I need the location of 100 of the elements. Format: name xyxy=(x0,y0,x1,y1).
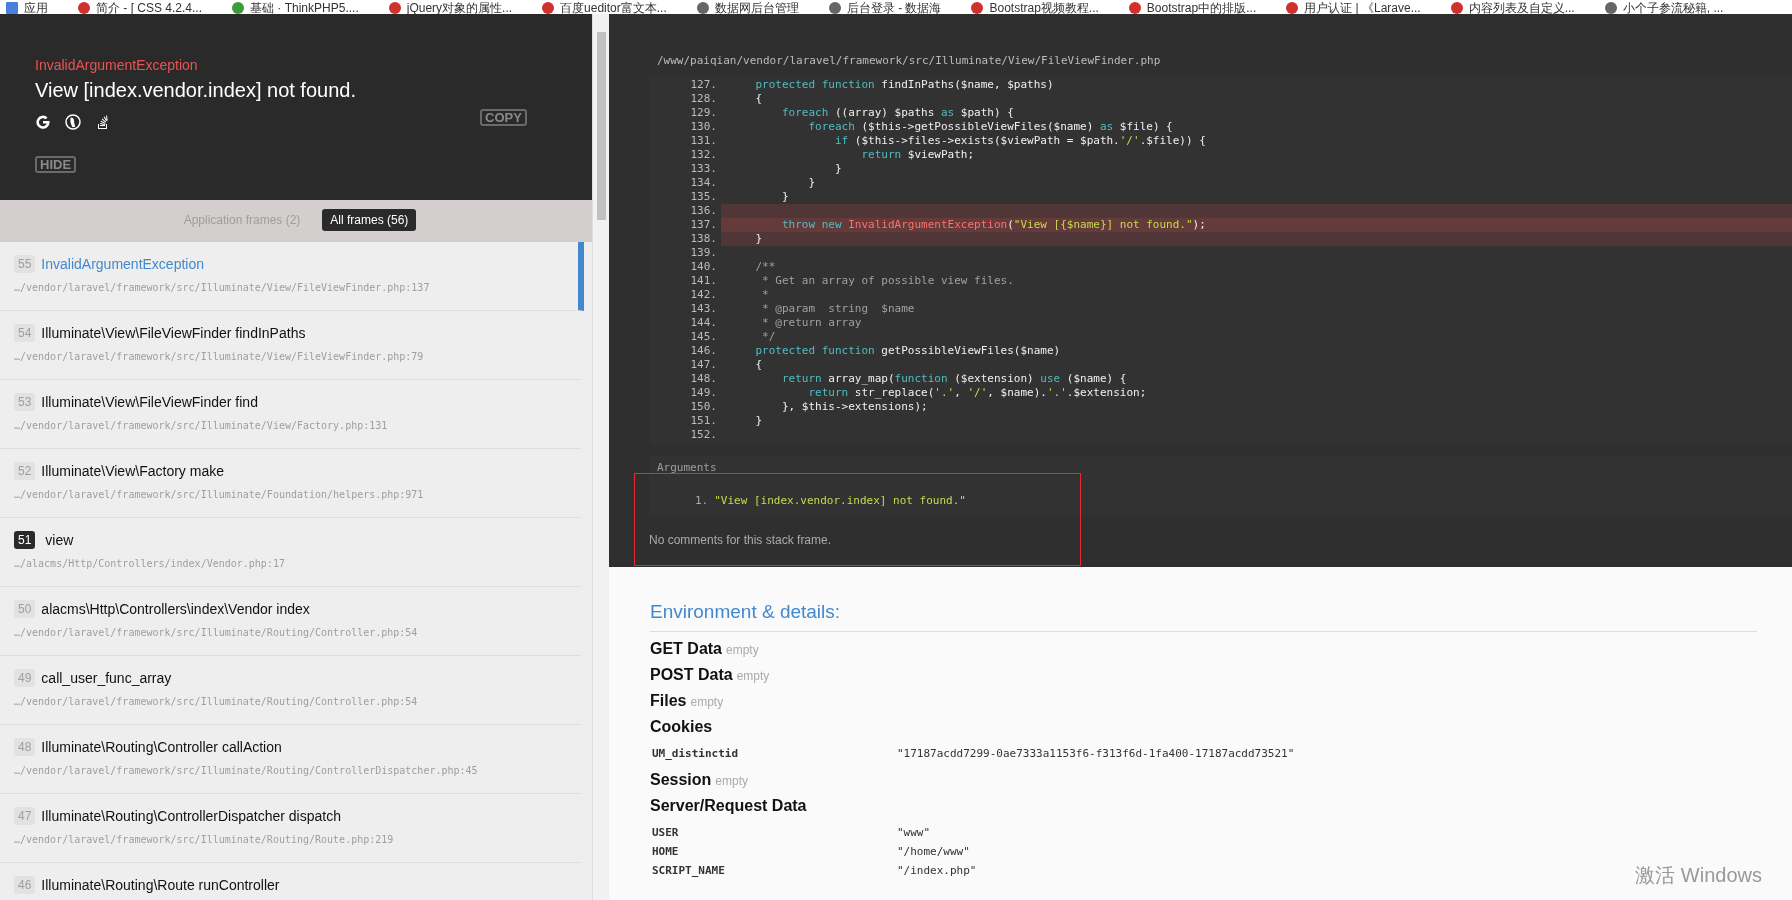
stack-frame[interactable]: 47 Illuminate\Routing\ControllerDispatcher dispatch …/vendor/laravel/framework/src/Illuminate/Routing/Route.php:219 xyxy=(0,794,584,863)
site-icon[interactable] xyxy=(828,2,841,14)
comments-note: No comments for this stack frame. xyxy=(649,533,833,547)
line-number: 138. xyxy=(689,232,718,246)
frame-index: 51 xyxy=(14,531,36,549)
site-icon[interactable] xyxy=(542,2,555,14)
code-line: protected function getPossibleViewFiles($name) xyxy=(754,344,1062,358)
frame-title: InvalidArgumentException xyxy=(41,256,204,272)
frame-path: …/alacms/Http/Controllers/index/Vendor.php:17 xyxy=(14,558,286,569)
bookmark-link[interactable]: 用户认证 | 《Larave... xyxy=(1304,2,1421,14)
frame-path: …/vendor/laravel/framework/src/Illuminate/Routing/Route.php:219 xyxy=(14,834,395,845)
stack-frame[interactable]: 52 Illuminate\View\Factory make …/vendor/laravel/framework/src/Illuminate/Foundation/helpers.php:971 xyxy=(0,449,584,518)
frame-path: …/vendor/laravel/framework/src/Illuminate/View/FileViewFinder.php:137 xyxy=(14,282,431,293)
site-icon[interactable] xyxy=(388,2,401,14)
scrollbar-thumb[interactable] xyxy=(596,32,606,220)
bookmark-link[interactable]: 百度ueditor富文本... xyxy=(560,2,667,14)
stack-search-icon[interactable] xyxy=(95,114,111,130)
stack-frame[interactable]: 49 call_user_func_array …/vendor/laravel/framework/src/Illuminate/Routing/Controller.php:54 xyxy=(0,656,584,725)
frame-title: Illuminate\Routing\Controller callAction xyxy=(41,739,282,755)
code-line: /** xyxy=(754,260,777,274)
activation-notice: 激活 Windows xyxy=(1635,863,1762,888)
bookmark-link[interactable]: 小个子参流秘籍, ... xyxy=(1622,2,1724,14)
bookmark-link[interactable]: jQuery对象的属性... xyxy=(406,2,513,14)
scrollbar[interactable] xyxy=(592,14,609,900)
line-number: 152. xyxy=(689,428,718,442)
line-number: 131. xyxy=(689,134,718,148)
line-number: 143. xyxy=(689,302,718,316)
frames-tab[interactable]: All frames (56) xyxy=(322,209,417,231)
bookmark-link[interactable]: Bootstrap中的排版... xyxy=(1146,2,1257,14)
code-line: } xyxy=(807,176,817,190)
duck-search-icon[interactable] xyxy=(65,114,81,130)
frame-title: Illuminate\View\FileViewFinder find xyxy=(41,394,258,410)
data-key: HOME xyxy=(652,842,897,861)
line-number: 150. xyxy=(689,400,718,414)
data-key: UM_distinctid xyxy=(652,744,897,763)
frame-path: …/vendor/laravel/framework/src/Illuminate/Routing/Controller.php:54 xyxy=(14,627,419,638)
exception-message: View [index.vendor.index] not found. xyxy=(35,79,357,102)
frame-index: 49 xyxy=(14,669,36,687)
line-number: 147. xyxy=(689,358,718,372)
bookmark-link[interactable]: Bootstrap视频教程... xyxy=(989,2,1099,14)
line-number: 145. xyxy=(689,330,718,344)
bookmark-link[interactable]: 数据网后台管理 xyxy=(714,2,799,14)
code-line: return str_replace('.', '/', $name).'.'.$extension; xyxy=(807,386,1148,400)
frame-index: 54 xyxy=(14,324,36,342)
bookmark-link[interactable]: 后台登录 - 数据海 xyxy=(846,2,942,14)
section-title: Environment & details: xyxy=(650,601,1757,632)
empty-label: empty xyxy=(715,774,749,788)
code-line: return $viewPath; xyxy=(860,148,976,162)
bookmark-link[interactable]: 简介 - [ CSS 4.2.4... xyxy=(96,2,203,14)
code-line: protected function findInPaths($name, $paths) xyxy=(754,78,1055,92)
site-icon[interactable] xyxy=(78,2,90,14)
code-line: */ xyxy=(761,330,777,344)
frame-title: Illuminate\View\Factory make xyxy=(41,463,224,479)
frame-title: Illuminate\View\FileViewFinder findInPaths xyxy=(41,325,306,341)
code-line: * xyxy=(761,288,770,302)
site-icon[interactable] xyxy=(696,2,709,14)
line-number: 140. xyxy=(689,260,718,274)
site-icon[interactable] xyxy=(971,2,984,14)
site-icon[interactable] xyxy=(1128,2,1141,14)
data-value: "/home/www" xyxy=(897,844,970,860)
frame-title: alacms\Http\Controllers\index\Vendor index xyxy=(41,601,310,617)
site-icon[interactable] xyxy=(1286,2,1299,14)
data-heading: GET Data xyxy=(650,640,722,657)
stack-frame[interactable]: 46 Illuminate\Routing\Route runController xyxy=(0,863,584,900)
site-icon[interactable] xyxy=(1604,2,1617,14)
stack-frame[interactable]: 53 Illuminate\View\FileViewFinder find …/vendor/laravel/framework/src/Illuminate/View/Factory.php:131 xyxy=(0,380,584,449)
frame-index: 48 xyxy=(14,738,36,756)
code-line: } xyxy=(754,414,764,428)
site-icon[interactable] xyxy=(232,2,245,14)
frame-index: 46 xyxy=(14,876,36,894)
line-number: 148. xyxy=(689,372,718,386)
data-value: "www" xyxy=(897,825,931,841)
stack-frame[interactable]: 51 view …/alacms/Http/Controllers/index/Vendor.php:17 xyxy=(0,518,584,587)
bookmark-link[interactable]: 应用 xyxy=(24,2,48,14)
line-number: 142. xyxy=(689,288,718,302)
line-number: 133. xyxy=(689,162,718,176)
line-number: 136. xyxy=(689,204,718,218)
stack-frame[interactable]: 50 alacms\Http\Controllers\index\Vendor index …/vendor/laravel/framework/src/Illuminate/Routing/Controller.php:54 xyxy=(0,587,584,656)
line-number: 141. xyxy=(689,274,718,288)
code-line: }, $this->extensions); xyxy=(780,400,929,414)
site-icon[interactable] xyxy=(1450,2,1463,14)
line-number: 127. xyxy=(689,78,718,92)
hide-button[interactable]: HIDE xyxy=(35,156,77,173)
bookmark-link[interactable]: 内容列表及自定义... xyxy=(1468,2,1575,14)
stack-frame[interactable]: 48 Illuminate\Routing\Controller callAction …/vendor/laravel/framework/src/Illuminate/Routing/ControllerDispatcher.php:45 xyxy=(0,725,584,794)
code-line: * Get an array of possible view files. xyxy=(761,274,1015,288)
bookmark-link[interactable]: 基础 · ThinkPHP5.... xyxy=(250,2,359,14)
google-search-icon[interactable] xyxy=(35,114,51,130)
data-heading: Files xyxy=(650,692,687,709)
frame-title: Illuminate\Routing\ControllerDispatcher dispatch xyxy=(41,808,341,824)
line-number: 134. xyxy=(689,176,718,190)
frame-title: view xyxy=(45,532,74,548)
exception-class: InvalidArgumentException xyxy=(35,57,199,73)
frame-index: 47 xyxy=(14,807,36,825)
copy-button[interactable]: COPY xyxy=(480,109,527,126)
code-line: { xyxy=(754,358,764,372)
argument-value: "View [index.vendor.index] not found." xyxy=(714,494,966,507)
data-heading: Cookies xyxy=(650,718,713,735)
stack-frame[interactable]: 54 Illuminate\View\FileViewFinder findInPaths …/vendor/laravel/framework/src/Illuminate/View/FileViewFinder.php:79 xyxy=(0,311,584,380)
frame-title: Illuminate\Routing\Route runController xyxy=(41,877,280,893)
